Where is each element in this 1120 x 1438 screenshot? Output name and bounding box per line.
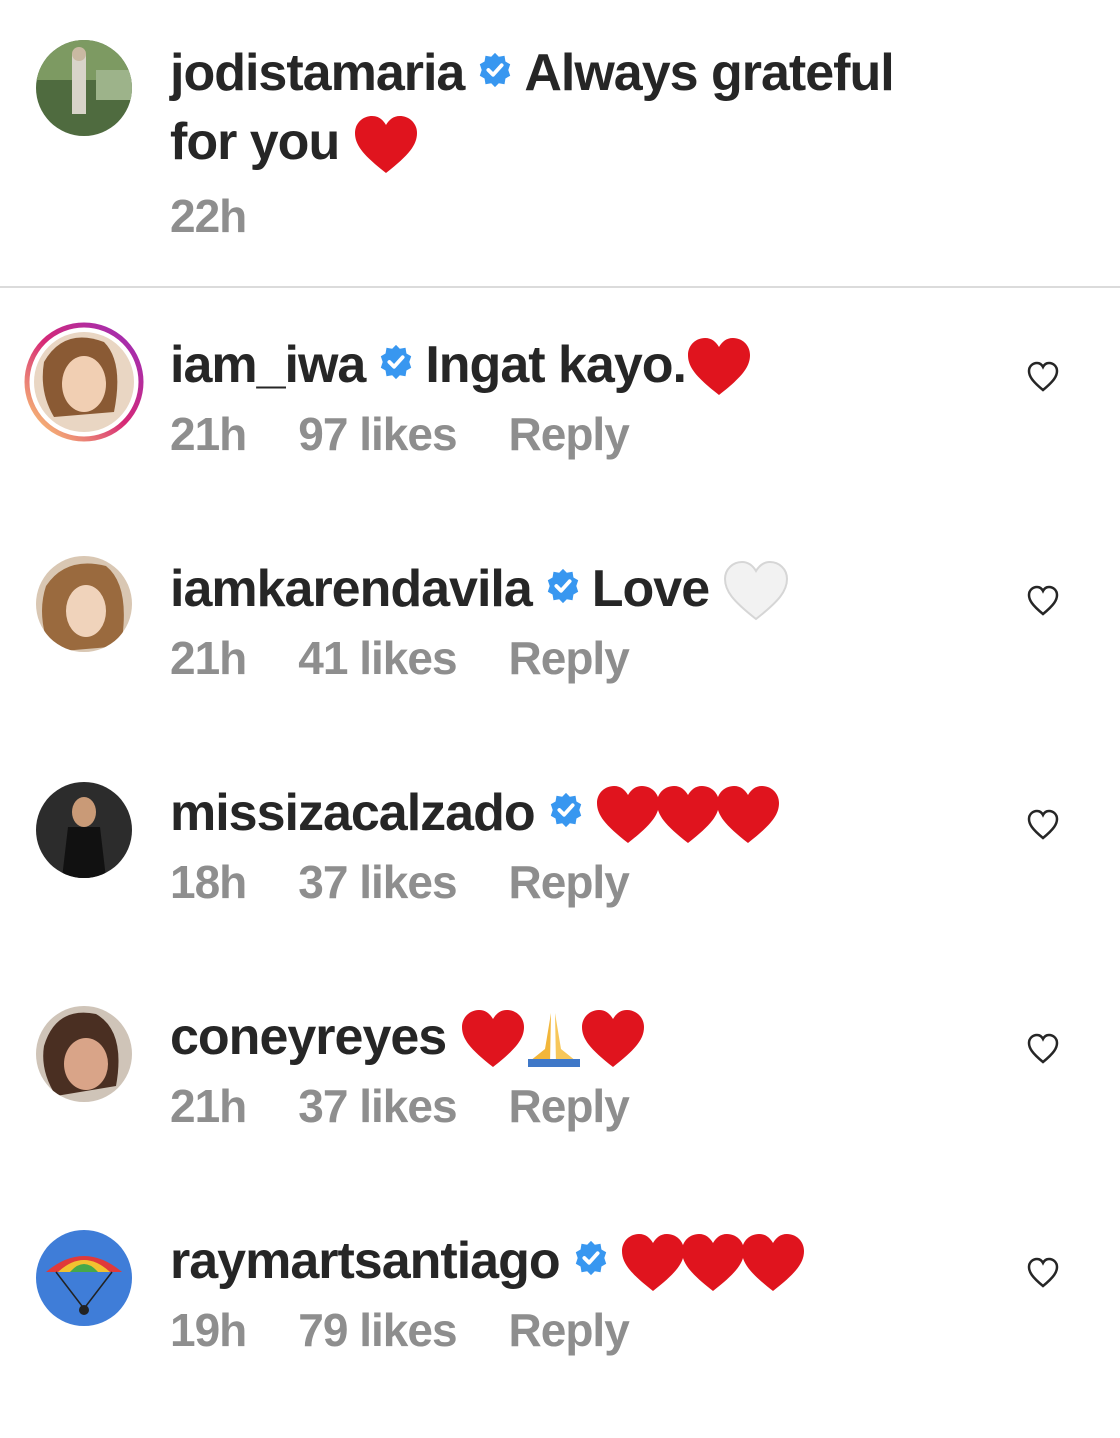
avatar[interactable] [36,1230,132,1326]
verified-badge-icon [377,331,415,397]
caption-time: 22h [170,189,247,242]
comment-likes[interactable]: 79 likes [298,1304,457,1356]
reply-button[interactable]: Reply [509,408,630,460]
reply-button[interactable]: Reply [509,856,630,908]
comment-likes[interactable]: 37 likes [298,1080,457,1132]
avatar-photo [36,1006,132,1102]
heart-outline-icon[interactable] [1026,1256,1060,1290]
avatar[interactable] [36,40,132,136]
verified-badge-icon [547,779,585,845]
avatar-story-ring [24,322,144,442]
caption-text-line2: for you [170,113,340,172]
reply-button[interactable]: Reply [509,1304,630,1356]
comment-username[interactable]: iam_iwa [170,336,366,394]
caption-text-line1: Always grateful [524,44,894,102]
comment-username[interactable]: raymartsantiago [170,1232,561,1290]
post-caption: jodistamaria Always grateful for you 22h [0,0,1120,288]
comment-time: 19h [170,1304,247,1357]
heart-pray-heart-emoji-row [460,1003,644,1069]
comment-item: coneyreyes 21h 37 likes Reply [0,990,1120,1214]
avatar[interactable] [36,782,132,878]
heart-outline-icon[interactable] [1026,1032,1060,1066]
folded-hands-emoji [527,1013,580,1068]
heart-outline-icon[interactable] [1026,360,1060,394]
avatar[interactable] [36,556,132,652]
reply-button[interactable]: Reply [509,1080,630,1132]
comment-item: iam_iwa Ingat kayo. 21h 97 likes Reply [0,318,1120,542]
comment-username[interactable]: missizacalzado [170,784,536,842]
comment-item: missizacalzado 18h 37 likes Reply [0,766,1120,990]
comment-text: Ingat kayo. [425,336,687,394]
red-heart-emoji [353,108,417,174]
comment-likes[interactable]: 41 likes [298,632,457,684]
verified-badge-icon [544,555,582,621]
heart-outline-icon[interactable] [1026,808,1060,842]
red-heart-emoji-row [620,1227,804,1293]
comment-username[interactable]: coneyreyes [170,1008,447,1066]
heart-outline-icon[interactable] [1026,584,1060,618]
avatar-photo [36,40,132,136]
comment-text: Love [591,560,710,618]
comment-time: 21h [170,632,247,685]
reply-button[interactable]: Reply [509,632,630,684]
comment-likes[interactable]: 97 likes [298,408,457,460]
comment-time: 21h [170,1080,247,1133]
avatar[interactable] [24,322,144,442]
red-heart-emoji-row [595,779,779,845]
avatar-photo [36,556,132,652]
comment-item: iamkarendavila Love 21h 41 likes Reply [0,542,1120,766]
red-heart-emoji [686,331,750,397]
avatar[interactable] [36,1006,132,1102]
comment-item: raymartsantiago 19h 79 likes Reply [0,1214,1120,1438]
avatar-photo [36,782,132,878]
avatar-photo [36,1230,132,1326]
comment-time: 21h [170,408,247,461]
comment-likes[interactable]: 37 likes [298,856,457,908]
white-heart-emoji [723,555,788,621]
comment-time: 18h [170,856,247,909]
comment-username[interactable]: iamkarendavila [170,560,533,618]
caption-username[interactable]: jodistamaria [170,44,465,102]
verified-badge-icon [476,39,514,105]
verified-badge-icon [572,1227,610,1293]
